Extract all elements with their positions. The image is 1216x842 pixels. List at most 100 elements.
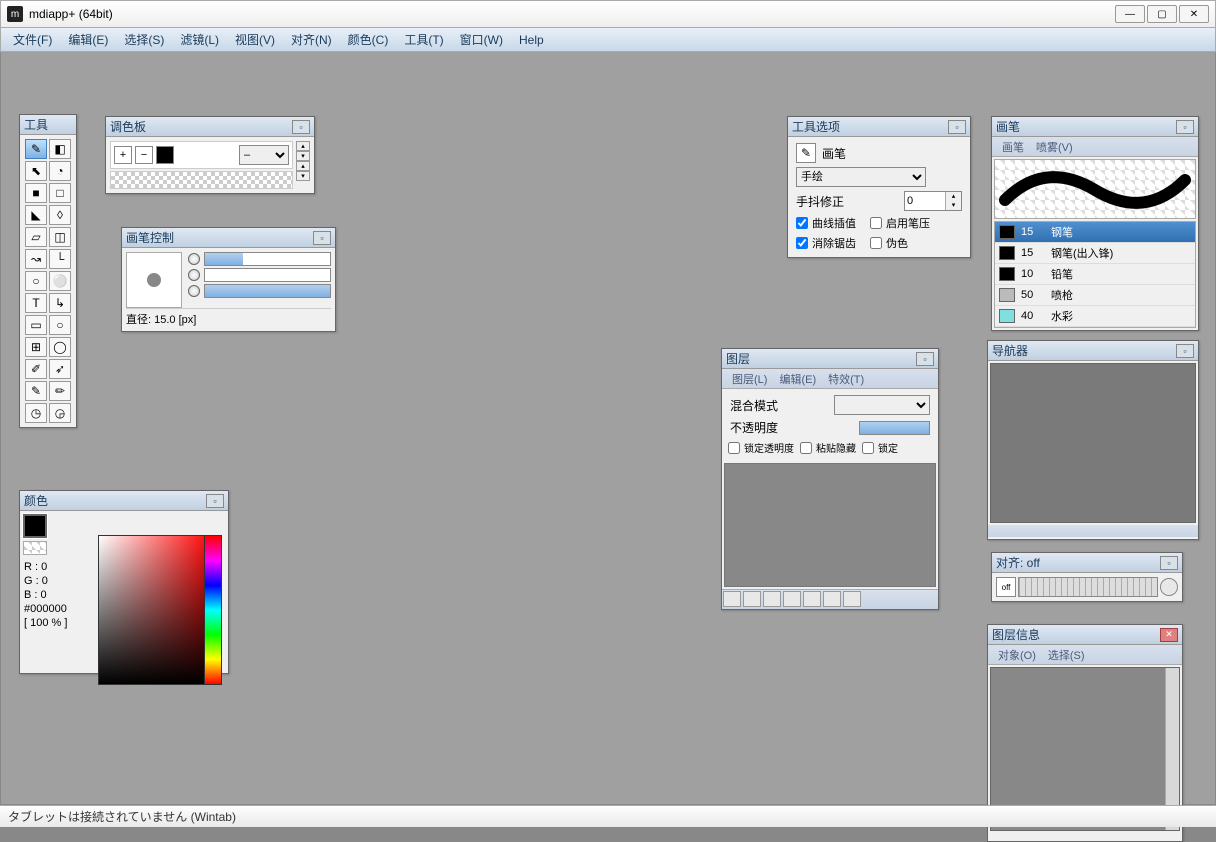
tool-button[interactable]: ◔	[49, 161, 71, 181]
panel-close-icon[interactable]: ▫	[948, 120, 966, 134]
option-checkbox[interactable]	[796, 217, 808, 229]
option-checkbox[interactable]	[870, 237, 882, 249]
tool-button[interactable]: ◊	[49, 205, 71, 225]
layer-checkbox[interactable]	[862, 442, 874, 454]
palette-mode-select[interactable]: –	[239, 145, 289, 165]
panel-title[interactable]: 图层信息 ✕	[988, 625, 1182, 645]
layer-checkbox[interactable]	[728, 442, 740, 454]
brush-list-item[interactable]: 40水彩	[995, 306, 1195, 327]
tool-button[interactable]: ✎	[25, 139, 47, 159]
add-swatch-button[interactable]: +	[114, 146, 132, 164]
radio-icon[interactable]	[188, 285, 200, 297]
brush-list-item[interactable]: 50喷枪	[995, 285, 1195, 306]
tool-button[interactable]: ↝	[25, 249, 47, 269]
workspace-canvas[interactable]: 工具 ✎◧⬉◔■□◣◊▱◫↝└○⚪T↳▭○⊞◯✐➶✎✏◷◶ 调色板 ▫ + − …	[0, 52, 1216, 805]
panel-close-icon[interactable]: ▫	[313, 231, 331, 245]
scroll-down-icon[interactable]: ▾	[296, 151, 310, 161]
spin-down-icon[interactable]: ▾	[945, 201, 961, 210]
hue-slider[interactable]	[204, 535, 222, 685]
opacity-slider[interactable]	[859, 421, 930, 435]
maximize-button[interactable]: ▢	[1147, 5, 1177, 23]
brush-slider[interactable]	[204, 284, 331, 298]
panel-title[interactable]: 颜色 ▫	[20, 491, 228, 511]
panel-close-icon[interactable]: ▫	[916, 352, 934, 366]
menu-item[interactable]: 选择(S)	[116, 29, 172, 50]
panel-title[interactable]: 画笔控制 ▫	[122, 228, 335, 248]
menu-item[interactable]: 选择(S)	[1042, 647, 1091, 663]
panel-close-icon[interactable]: ▫	[1176, 120, 1194, 134]
tool-button[interactable]: ↳	[49, 293, 71, 313]
panel-title[interactable]: 工具	[20, 115, 76, 135]
scroll-up-icon[interactable]: ▴	[296, 161, 310, 171]
panel-close-icon[interactable]: ✕	[1160, 628, 1178, 642]
tool-button[interactable]: ⚪	[49, 271, 71, 291]
tool-button[interactable]: ⊞	[25, 337, 47, 357]
tool-button[interactable]: ✎	[25, 381, 47, 401]
align-mode-button[interactable]: off	[996, 577, 1016, 597]
menu-item[interactable]: 工具(T)	[396, 29, 451, 50]
panel-close-icon[interactable]: ▫	[292, 120, 310, 134]
foreground-color-swatch[interactable]	[23, 514, 47, 538]
tool-button[interactable]: ◣	[25, 205, 47, 225]
menu-item[interactable]: 画笔	[996, 139, 1030, 155]
layer-action-button[interactable]	[803, 591, 821, 607]
menu-item[interactable]: 视图(V)	[227, 29, 283, 50]
jitter-spinner[interactable]: ▴▾	[904, 191, 962, 211]
close-button[interactable]: ✕	[1179, 5, 1209, 23]
menu-item[interactable]: 特效(T)	[822, 371, 870, 387]
transparent-swatch[interactable]	[23, 541, 47, 555]
scroll-down-icon[interactable]: ▾	[296, 171, 310, 181]
option-checkbox[interactable]	[870, 217, 882, 229]
radio-icon[interactable]	[188, 269, 200, 281]
panel-title[interactable]: 画笔 ▫	[992, 117, 1198, 137]
option-checkbox[interactable]	[796, 237, 808, 249]
tool-button[interactable]: □	[49, 183, 71, 203]
menu-item[interactable]: 滤镜(L)	[172, 29, 227, 50]
sv-picker[interactable]	[98, 535, 214, 685]
tool-button[interactable]: ➶	[49, 359, 71, 379]
layer-action-button[interactable]	[843, 591, 861, 607]
layer-list-area[interactable]	[724, 463, 936, 587]
palette-strip[interactable]	[110, 171, 293, 189]
tool-button[interactable]: ◧	[49, 139, 71, 159]
menu-item[interactable]: 对象(O)	[992, 647, 1042, 663]
blend-mode-select[interactable]	[834, 395, 930, 415]
layer-action-button[interactable]	[763, 591, 781, 607]
menu-item[interactable]: 窗口(W)	[452, 29, 511, 50]
panel-close-icon[interactable]: ▫	[1160, 556, 1178, 570]
brush-list-item[interactable]: 15钢笔	[995, 222, 1195, 243]
panel-close-icon[interactable]: ▫	[1176, 344, 1194, 358]
menu-item[interactable]: 图层(L)	[726, 371, 773, 387]
menu-item[interactable]: 编辑(E)	[773, 371, 822, 387]
layer-action-button[interactable]	[743, 591, 761, 607]
jitter-input[interactable]	[905, 192, 945, 210]
layer-checkbox[interactable]	[800, 442, 812, 454]
navigator-view[interactable]	[990, 363, 1196, 523]
tool-button[interactable]: ▱	[25, 227, 47, 247]
tool-button[interactable]: └	[49, 249, 71, 269]
panel-close-icon[interactable]: ▫	[206, 494, 224, 508]
tool-button[interactable]: ◫	[49, 227, 71, 247]
brush-slider[interactable]	[204, 252, 331, 266]
tool-button[interactable]: ■	[25, 183, 47, 203]
panel-title[interactable]: 调色板 ▫	[106, 117, 314, 137]
tool-button[interactable]: ○	[49, 315, 71, 335]
drawing-style-select[interactable]: 手绘	[796, 167, 926, 187]
brush-list-item[interactable]: 10铅笔	[995, 264, 1195, 285]
layer-action-button[interactable]	[723, 591, 741, 607]
menu-item[interactable]: 喷雾(V)	[1030, 139, 1079, 155]
swatch-black[interactable]	[156, 146, 174, 164]
tool-button[interactable]: ▭	[25, 315, 47, 335]
panel-title[interactable]: 工具选项 ▫	[788, 117, 970, 137]
tool-button[interactable]: ✏	[49, 381, 71, 401]
menu-item[interactable]: 颜色(C)	[340, 29, 397, 50]
panel-title[interactable]: 图层 ▫	[722, 349, 938, 369]
brush-slider[interactable]	[204, 268, 331, 282]
layer-action-button[interactable]	[823, 591, 841, 607]
menu-item[interactable]: 编辑(E)	[60, 29, 116, 50]
panel-title[interactable]: 对齐: off ▫	[992, 553, 1182, 573]
menu-item[interactable]: 对齐(N)	[283, 29, 340, 50]
tool-button[interactable]: T	[25, 293, 47, 313]
spin-up-icon[interactable]: ▴	[945, 192, 961, 201]
tool-button[interactable]: ✐	[25, 359, 47, 379]
